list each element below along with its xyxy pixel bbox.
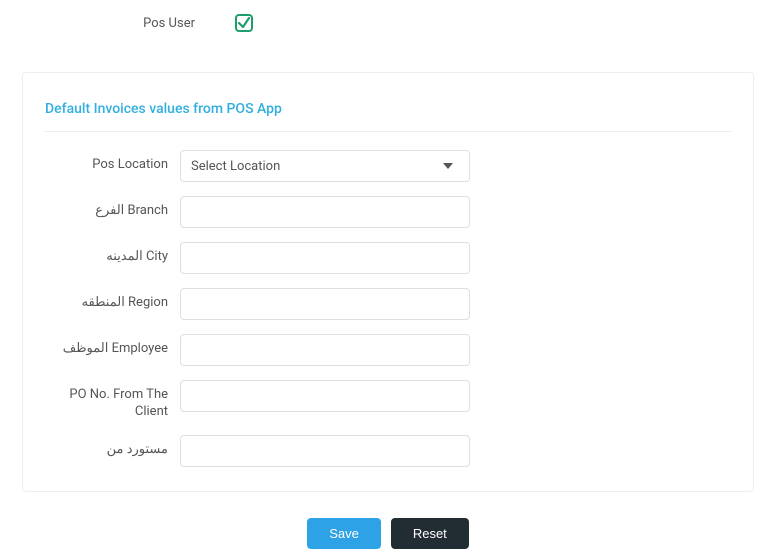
region-input[interactable] xyxy=(180,288,470,320)
row-imported-from: مستورد من xyxy=(45,435,731,467)
label-employee: الموظف Employee xyxy=(45,334,180,358)
pos-location-value: Select Location xyxy=(191,159,280,174)
po-no-input[interactable] xyxy=(180,380,470,412)
label-region: المنطقه Region xyxy=(45,288,180,312)
imported-from-input[interactable] xyxy=(180,435,470,467)
reset-button[interactable]: Reset xyxy=(391,518,469,549)
pos-location-select[interactable]: Select Location xyxy=(180,150,470,182)
row-branch: الفرع Branch xyxy=(45,196,731,228)
checkbox-checked-icon xyxy=(235,14,253,32)
row-employee: الموظف Employee xyxy=(45,334,731,366)
label-po-no: PO No. From The Client xyxy=(45,380,180,421)
save-button[interactable]: Save xyxy=(307,518,381,549)
chevron-down-icon xyxy=(443,163,453,169)
employee-input[interactable] xyxy=(180,334,470,366)
row-po-no: PO No. From The Client xyxy=(45,380,731,421)
branch-input[interactable] xyxy=(180,196,470,228)
label-pos-location: Pos Location xyxy=(45,150,180,174)
action-buttons: Save Reset xyxy=(0,518,776,549)
row-pos-location: Pos Location Select Location xyxy=(45,150,731,182)
city-input[interactable] xyxy=(180,242,470,274)
label-imported-from: مستورد من xyxy=(45,435,180,459)
default-invoices-card: Default Invoices values from POS App Pos… xyxy=(22,72,754,492)
card-title: Default Invoices values from POS App xyxy=(45,101,731,132)
row-region: المنطقه Region xyxy=(45,288,731,320)
label-city: المدينه City xyxy=(45,242,180,266)
pos-user-checkbox[interactable] xyxy=(215,14,253,32)
pos-user-label: Pos User xyxy=(0,16,215,31)
label-branch: الفرع Branch xyxy=(45,196,180,220)
pos-user-row: Pos User xyxy=(0,0,776,32)
row-city: المدينه City xyxy=(45,242,731,274)
